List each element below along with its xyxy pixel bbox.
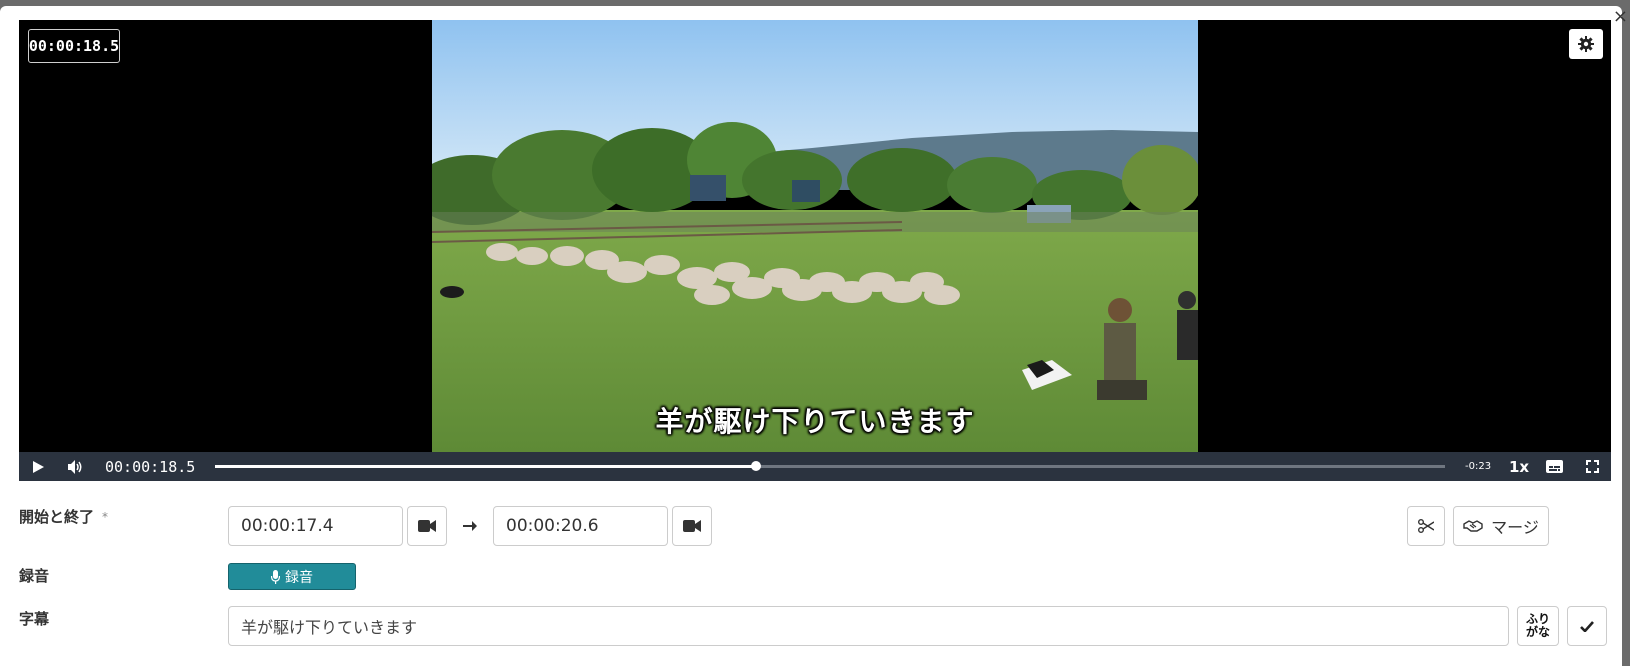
current-time: 00:00:18.5 bbox=[105, 457, 196, 476]
captions-icon bbox=[1545, 460, 1563, 473]
overlay-timecode: 00:00:18.5 bbox=[28, 29, 120, 63]
play-button[interactable] bbox=[19, 452, 57, 481]
start-end-label-row: 開始と終了 * bbox=[19, 506, 108, 527]
progress-bar[interactable] bbox=[215, 461, 1445, 471]
video-camera-icon bbox=[418, 520, 436, 532]
set-start-from-video-button[interactable] bbox=[407, 506, 447, 546]
merge-label: マージ bbox=[1491, 518, 1539, 537]
settings-button[interactable] bbox=[1569, 29, 1603, 59]
playback-rate-button[interactable]: 1x bbox=[1509, 458, 1535, 476]
subtitle-label-row: 字幕 bbox=[19, 608, 49, 629]
furigana-button[interactable]: ふり がな bbox=[1517, 606, 1559, 646]
fullscreen-icon bbox=[1585, 460, 1599, 473]
subtitle-label: 字幕 bbox=[19, 610, 50, 628]
video-player[interactable]: 羊が駆け下りていきます 00:00:18.5 00:00:18.5 -0:23 … bbox=[19, 20, 1611, 481]
mute-button[interactable] bbox=[57, 452, 95, 481]
video-frame[interactable]: 羊が駆け下りていきます bbox=[432, 20, 1198, 452]
gear-icon bbox=[1578, 36, 1594, 52]
required-mark: * bbox=[102, 509, 109, 524]
subtitle-input[interactable]: 羊が駆け下りていきます bbox=[228, 606, 1509, 646]
control-bar: 00:00:18.5 -0:23 1x bbox=[19, 452, 1611, 481]
progress-handle[interactable] bbox=[751, 461, 762, 471]
arrow-right-icon bbox=[463, 521, 477, 531]
remaining-time: -0:23 bbox=[1465, 461, 1492, 472]
progress-fill bbox=[215, 465, 757, 468]
end-time-input[interactable]: 00:00:20.6 bbox=[493, 506, 668, 546]
video-caption: 羊が駆け下りていきます bbox=[655, 405, 975, 438]
set-end-from-video-button[interactable] bbox=[672, 506, 712, 546]
merge-button[interactable]: マージ bbox=[1453, 506, 1549, 546]
video-camera-icon bbox=[683, 520, 701, 532]
microphone-icon bbox=[271, 569, 280, 584]
scissors-icon bbox=[1418, 519, 1434, 533]
volume-icon bbox=[68, 459, 82, 474]
close-icon[interactable]: × bbox=[1613, 8, 1628, 26]
handshake-icon bbox=[1463, 520, 1483, 532]
confirm-button[interactable] bbox=[1567, 606, 1607, 646]
captions-button[interactable] bbox=[1535, 452, 1573, 481]
start-time-input[interactable]: 00:00:17.4 bbox=[228, 506, 403, 546]
checkmark-icon bbox=[1580, 620, 1594, 632]
video-scene-image bbox=[432, 20, 1198, 452]
fullscreen-button[interactable] bbox=[1573, 452, 1611, 481]
split-button[interactable] bbox=[1407, 506, 1445, 546]
record-button-label: 録音 bbox=[285, 569, 313, 586]
record-button[interactable]: 録音 bbox=[228, 563, 356, 590]
start-end-label: 開始と終了 bbox=[19, 508, 95, 526]
furigana-label-line2: がな bbox=[1525, 625, 1550, 639]
recording-label: 録音 bbox=[19, 567, 50, 585]
recording-label-row: 録音 bbox=[19, 565, 49, 586]
play-icon bbox=[32, 460, 44, 473]
